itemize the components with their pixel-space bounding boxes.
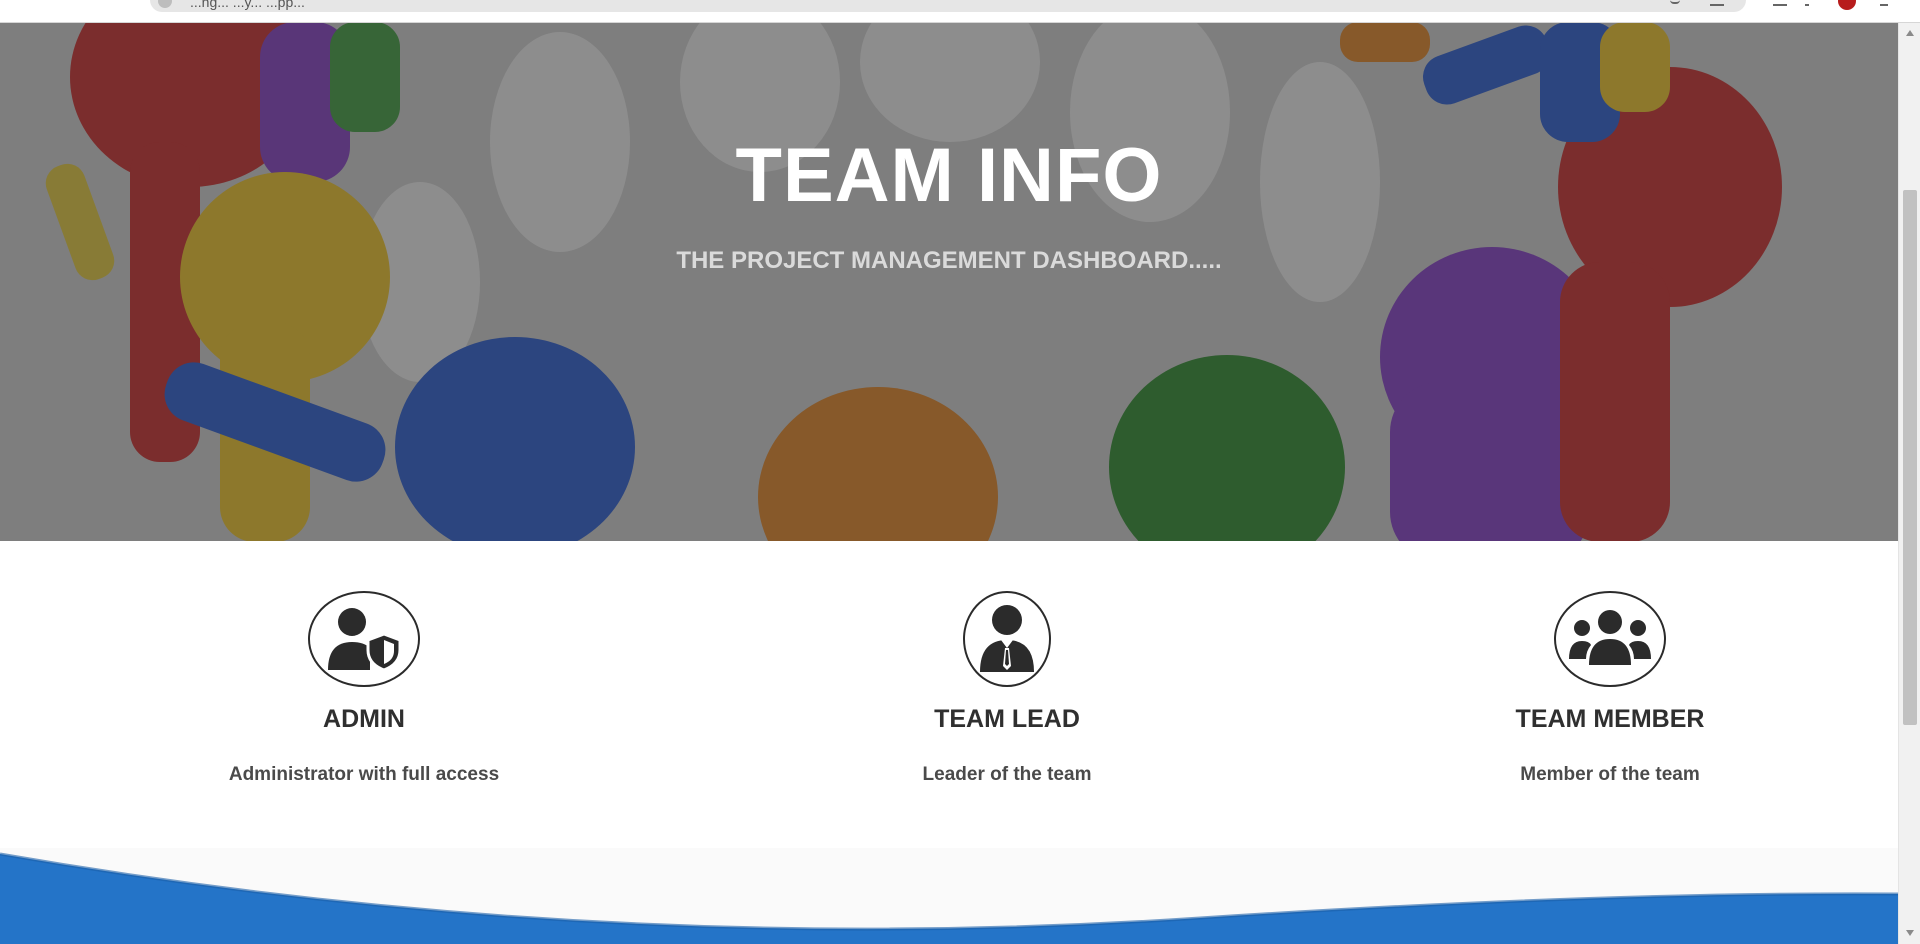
footer-wave [0, 848, 1898, 944]
hero-subtitle: THE PROJECT MANAGEMENT DASHBOARD..... [676, 247, 1222, 274]
role-title: TEAM LEAD [934, 705, 1080, 733]
user-tie-icon [963, 591, 1051, 687]
hero-banner: TEAM INFO THE PROJECT MANAGEMENT DASHBOA… [0, 22, 1898, 541]
browser-toolbar: ...ng... ...y... ...pp... [0, 0, 1920, 23]
role-card-admin: ADMIN Administrator with full access [134, 591, 594, 786]
star-icon[interactable] [1710, 0, 1724, 6]
scroll-down-arrow-icon[interactable] [1906, 930, 1914, 936]
role-title: TEAM MEMBER [1515, 705, 1705, 733]
url-text[interactable]: ...ng... ...y... ...pp... [190, 0, 305, 10]
menu-icon[interactable] [1773, 0, 1787, 6]
role-description: Member of the team [1520, 764, 1700, 785]
address-bar[interactable] [150, 0, 1746, 12]
role-title: ADMIN [323, 705, 405, 733]
role-description: Administrator with full access [228, 764, 500, 785]
profile-icon[interactable] [1838, 0, 1856, 10]
scroll-up-arrow-icon[interactable] [1906, 30, 1914, 36]
role-card-team-lead: TEAM LEAD Leader of the team [777, 591, 1237, 786]
hero-title: TEAM INFO [735, 133, 1163, 218]
vertical-scrollbar[interactable] [1898, 22, 1920, 944]
extensions-icon[interactable] [1805, 0, 1809, 6]
more-icon[interactable] [1880, 0, 1888, 6]
scrollbar-thumb[interactable] [1903, 190, 1917, 725]
hero-background-image [0, 22, 1898, 541]
role-description: Leader of the team [922, 764, 1092, 785]
user-shield-icon [308, 591, 420, 687]
role-card-team-member: TEAM MEMBER Member of the team [1380, 591, 1840, 786]
users-group-icon [1554, 591, 1666, 687]
